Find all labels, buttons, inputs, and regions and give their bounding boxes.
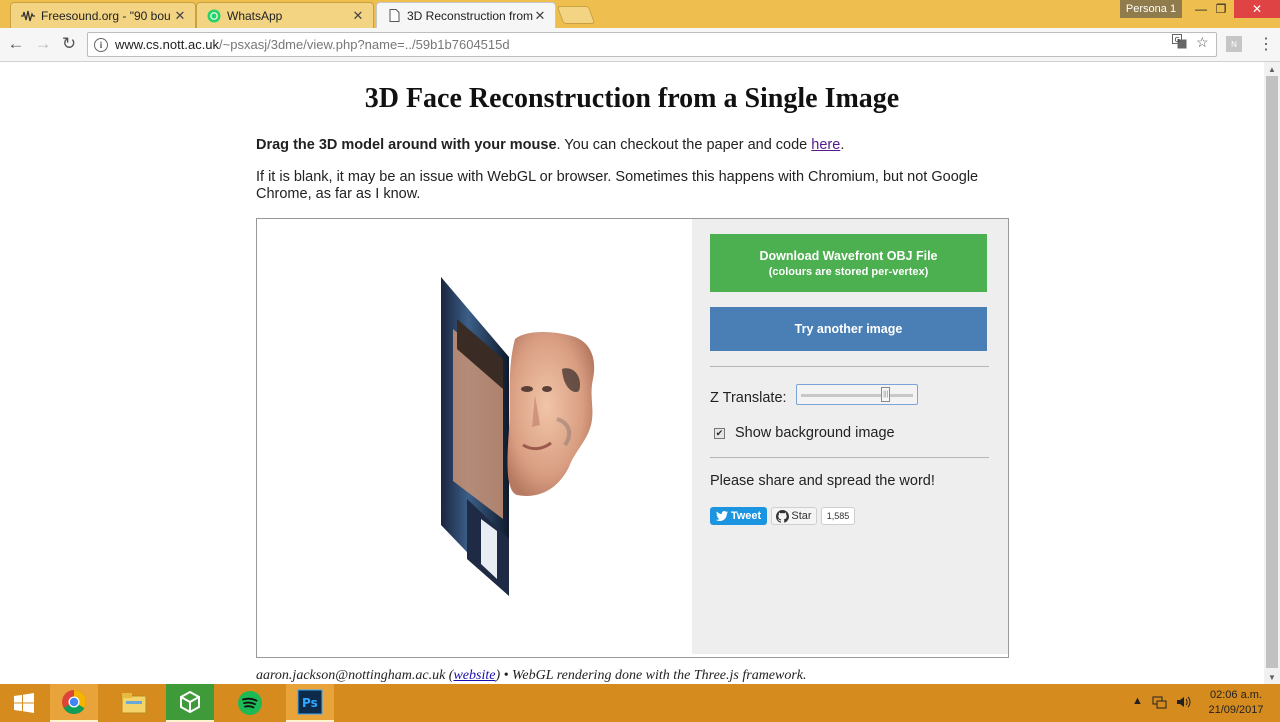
reload-icon[interactable]: ↻ [58,33,80,55]
close-window-icon[interactable]: ✕ [1234,0,1280,18]
file-explorer-icon[interactable] [110,684,158,722]
whatsapp-icon [207,9,221,23]
divider [710,366,989,367]
bookmark-star-icon[interactable]: ☆ [1196,34,1209,51]
clock-date: 21/09/2017 [1208,704,1264,716]
divider [710,457,989,458]
tray-chevron-icon[interactable]: ▲ [1132,695,1143,707]
info-icon[interactable]: i [94,37,108,52]
photoshop-icon[interactable]: Ps [286,684,334,722]
tweet-button[interactable]: Tweet [710,507,767,525]
tab-title: 3D Reconstruction from a [407,8,533,23]
try-another-image-button[interactable]: Try another image [710,307,987,351]
menu-dots-icon[interactable]: ⋮ [1258,34,1274,54]
tab-freesound[interactable]: Freesound.org - "90 bou ✕ [10,2,196,28]
z-translate-slider[interactable]: ||| [796,384,918,405]
persona-button[interactable]: Persona 1 [1120,0,1182,18]
back-arrow-icon[interactable]: ← [5,33,27,55]
volume-icon[interactable] [1176,695,1192,712]
svg-text:G: G [1175,36,1180,44]
windows-taskbar: Ps ▲ 02:06 a.m. 21/09/2017 [0,684,1280,722]
unity-icon[interactable] [166,684,214,722]
scroll-down-icon[interactable]: ▼ [1264,670,1280,684]
star-label: Star [791,510,812,522]
system-clock[interactable]: 02:06 a.m. 21/09/2017 [1200,688,1272,718]
network-icon[interactable] [1152,695,1168,712]
website-link[interactable]: website [453,668,495,683]
show-background-checkbox[interactable]: ✔ [714,427,725,439]
share-text: Please share and spread the word! [710,473,935,489]
intro-paragraph: Drag the 3D model around with your mouse… [256,137,1016,154]
control-panel: Download Wavefront OBJ File (colours are… [692,219,1008,654]
spotify-icon[interactable] [226,684,274,722]
restore-icon[interactable]: ❐ [1206,0,1236,18]
tab-3d-reconstruction[interactable]: 3D Reconstruction from a ✕ [376,2,556,28]
close-tab-icon[interactable]: ✕ [533,8,547,24]
show-background-label: Show background image [735,425,895,441]
download-obj-button[interactable]: Download Wavefront OBJ File (colours are… [710,234,987,292]
page-title: 3D Face Reconstruction from a Single Ima… [364,83,900,114]
slider-track [801,394,913,397]
github-icon [776,509,790,523]
tab-title: WhatsApp [227,8,283,23]
webgl-note: If it is blank, it may be an issue with … [256,169,979,202]
browser-toolbar: ← → ↻ i www.cs.nott.ac.uk/~psxasj/3dme/v… [0,28,1280,62]
url-path: /~psxasj/3dme/view.php?name=../59b1b7604… [219,37,510,52]
new-tab-button[interactable] [556,6,596,24]
scroll-up-icon[interactable]: ▲ [1264,62,1280,76]
intro-bold-text: Drag the 3D model around with your mouse [256,137,557,153]
address-bar[interactable]: i www.cs.nott.ac.uk/~psxasj/3dme/view.ph… [87,32,1217,57]
z-translate-label: Z Translate: [710,390,787,406]
page-scrollbar[interactable]: ▲ ▼ [1264,62,1280,684]
windows-start-icon[interactable] [0,684,48,722]
footer-text: ) • WebGL rendering done with the Three.… [495,668,807,683]
tab-whatsapp[interactable]: WhatsApp ✕ [196,2,374,28]
slider-knob[interactable]: ||| [881,387,891,402]
tab-title: Freesound.org - "90 bou [41,8,171,23]
url-host: www.cs.nott.ac.uk [115,37,220,52]
github-star-button[interactable]: Star [771,507,817,525]
model-viewer: Download Wavefront OBJ File (colours are… [256,218,1009,658]
clock-time: 02:06 a.m. [1210,689,1262,701]
document-icon [387,9,401,23]
extension-icon[interactable]: N [1226,36,1242,52]
download-sublabel: (colours are stored per-vertex) [768,266,929,278]
forward-arrow-icon[interactable]: → [32,33,54,55]
webgl-canvas[interactable] [257,219,692,657]
show-background-row[interactable]: ✔ Show background image [714,425,895,441]
page-footer: aaron.jackson@nottingham.ac.uk (website)… [256,668,807,684]
tweet-label: Tweet [730,510,762,522]
intro-end: . [840,137,845,153]
twitter-bird-icon [715,511,728,521]
browser-titlebar: Freesound.org - "90 bou ✕ WhatsApp ✕ 3D … [0,0,1280,28]
download-label: Download Wavefront OBJ File [759,249,938,263]
rendered-3d-face [441,277,595,596]
paper-code-link[interactable]: here [811,137,840,153]
translate-icon[interactable]: G [1172,34,1187,52]
svg-text:Ps: Ps [302,696,318,710]
close-tab-icon[interactable]: ✕ [351,8,365,24]
scrollbar-thumb[interactable] [1266,76,1278,668]
waveform-icon [21,9,35,23]
intro-text: . You can checkout the paper and code [556,137,812,153]
chrome-icon[interactable] [50,684,98,722]
close-tab-icon[interactable]: ✕ [173,8,187,24]
footer-email: aaron.jackson@nottingham.ac.uk ( [256,668,454,683]
star-count[interactable]: 1,585 [821,507,855,525]
